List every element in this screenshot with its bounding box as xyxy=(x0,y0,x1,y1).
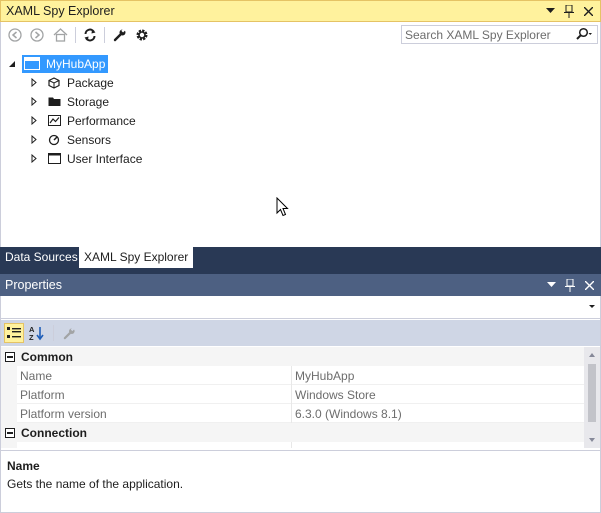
scroll-up-arrow-icon[interactable] xyxy=(589,353,595,357)
tree-item-label: Performance xyxy=(67,113,136,128)
property-row-name[interactable]: Name MyHubApp xyxy=(1,366,584,385)
search-input[interactable] xyxy=(402,26,562,43)
wrench-icon[interactable] xyxy=(111,26,129,44)
collapse-arrow-icon[interactable] xyxy=(6,58,18,70)
property-grid: Common Name MyHubApp Platform Windows St… xyxy=(1,347,584,448)
window-position-menu-icon[interactable] xyxy=(543,277,559,293)
tree-item-label: Sensors xyxy=(67,132,112,147)
description-text: Gets the name of the application. xyxy=(7,477,184,491)
tab-data-sources[interactable]: Data Sources xyxy=(0,247,83,268)
tree-item-label: Storage xyxy=(67,94,110,109)
close-icon[interactable] xyxy=(581,277,597,293)
explorer-title-bar: XAML Spy Explorer xyxy=(0,0,601,22)
expand-arrow-icon[interactable] xyxy=(29,96,39,108)
wrench-icon[interactable] xyxy=(59,323,79,343)
tab-xaml-spy-explorer[interactable]: XAML Spy Explorer xyxy=(79,247,194,268)
property-name: Platform version xyxy=(20,407,107,421)
chart-icon xyxy=(47,114,61,128)
chevron-down-icon[interactable] xyxy=(589,305,595,308)
mouse-cursor-icon xyxy=(276,196,289,220)
tree-item-package[interactable]: Package xyxy=(29,73,114,92)
gear-icon[interactable] xyxy=(133,26,151,44)
category-label: Common xyxy=(21,349,73,364)
expand-arrow-icon[interactable] xyxy=(29,77,39,89)
close-icon[interactable] xyxy=(580,3,596,19)
window-icon xyxy=(47,152,61,166)
property-value[interactable]: MyHubApp xyxy=(295,369,354,383)
collapse-toggle-icon[interactable] xyxy=(5,351,15,362)
home-icon[interactable] xyxy=(51,26,69,44)
property-description-pane: Name Gets the name of the application. xyxy=(1,450,600,512)
expand-arrow-icon[interactable] xyxy=(29,134,39,146)
back-icon[interactable] xyxy=(6,26,24,44)
pin-icon[interactable] xyxy=(561,3,577,19)
tree-item-user-interface[interactable]: User Interface xyxy=(29,149,142,168)
refresh-icon[interactable] xyxy=(81,26,99,44)
property-row-platform-version[interactable]: Platform version 6.3.0 (Windows 8.1) xyxy=(1,404,584,423)
explorer-title: XAML Spy Explorer xyxy=(6,4,115,18)
description-title: Name xyxy=(7,459,40,473)
tree-item-storage[interactable]: Storage xyxy=(29,92,109,111)
search-icon[interactable] xyxy=(575,27,593,42)
pin-icon[interactable] xyxy=(562,277,578,293)
collapse-toggle-icon[interactable] xyxy=(5,427,15,438)
tree-root-selection[interactable]: MyHubApp xyxy=(22,54,109,73)
sort-alphabetical-button[interactable]: AZ xyxy=(27,323,47,343)
properties-toolbar: AZ xyxy=(1,320,600,346)
package-icon xyxy=(47,76,61,90)
property-name: Platform xyxy=(20,388,65,402)
property-value[interactable]: 6.3.0 (Windows 8.1) xyxy=(295,407,402,421)
document-tab-strip: Data Sources XAML Spy Explorer xyxy=(0,247,601,268)
folder-icon xyxy=(47,95,61,109)
properties-title-bar: Properties xyxy=(0,274,601,296)
tree-item-performance[interactable]: Performance xyxy=(29,111,136,130)
expand-arrow-icon[interactable] xyxy=(29,153,39,165)
category-label: Connection xyxy=(21,425,87,440)
category-connection[interactable]: Connection xyxy=(1,423,584,442)
tree-item-label: Package xyxy=(67,75,114,90)
property-grid-scrollbar[interactable] xyxy=(584,347,600,448)
app-window-icon xyxy=(24,57,40,70)
property-row-platform[interactable]: Platform Windows Store xyxy=(1,385,584,404)
search-box[interactable] xyxy=(401,25,598,44)
tree-root-item[interactable]: MyHubApp xyxy=(6,54,109,73)
scrollbar-thumb[interactable] xyxy=(588,364,596,422)
compass-icon xyxy=(47,133,61,147)
svg-text:Z: Z xyxy=(29,333,34,341)
property-value[interactable]: Windows Store xyxy=(295,388,376,402)
property-row-partial xyxy=(1,442,584,448)
category-common[interactable]: Common xyxy=(1,347,584,366)
scroll-down-arrow-icon[interactable] xyxy=(589,438,595,442)
forward-icon[interactable] xyxy=(28,26,46,44)
expand-arrow-icon[interactable] xyxy=(29,115,39,127)
properties-title: Properties xyxy=(5,278,62,292)
window-position-menu-icon[interactable] xyxy=(542,3,558,19)
property-name: Name xyxy=(20,369,53,383)
categorized-view-button[interactable] xyxy=(4,323,24,343)
tree-item-sensors[interactable]: Sensors xyxy=(29,130,111,149)
object-selector-dropdown[interactable] xyxy=(1,297,600,319)
tree-root-label: MyHubApp xyxy=(46,56,106,71)
tree-item-label: User Interface xyxy=(67,151,143,166)
